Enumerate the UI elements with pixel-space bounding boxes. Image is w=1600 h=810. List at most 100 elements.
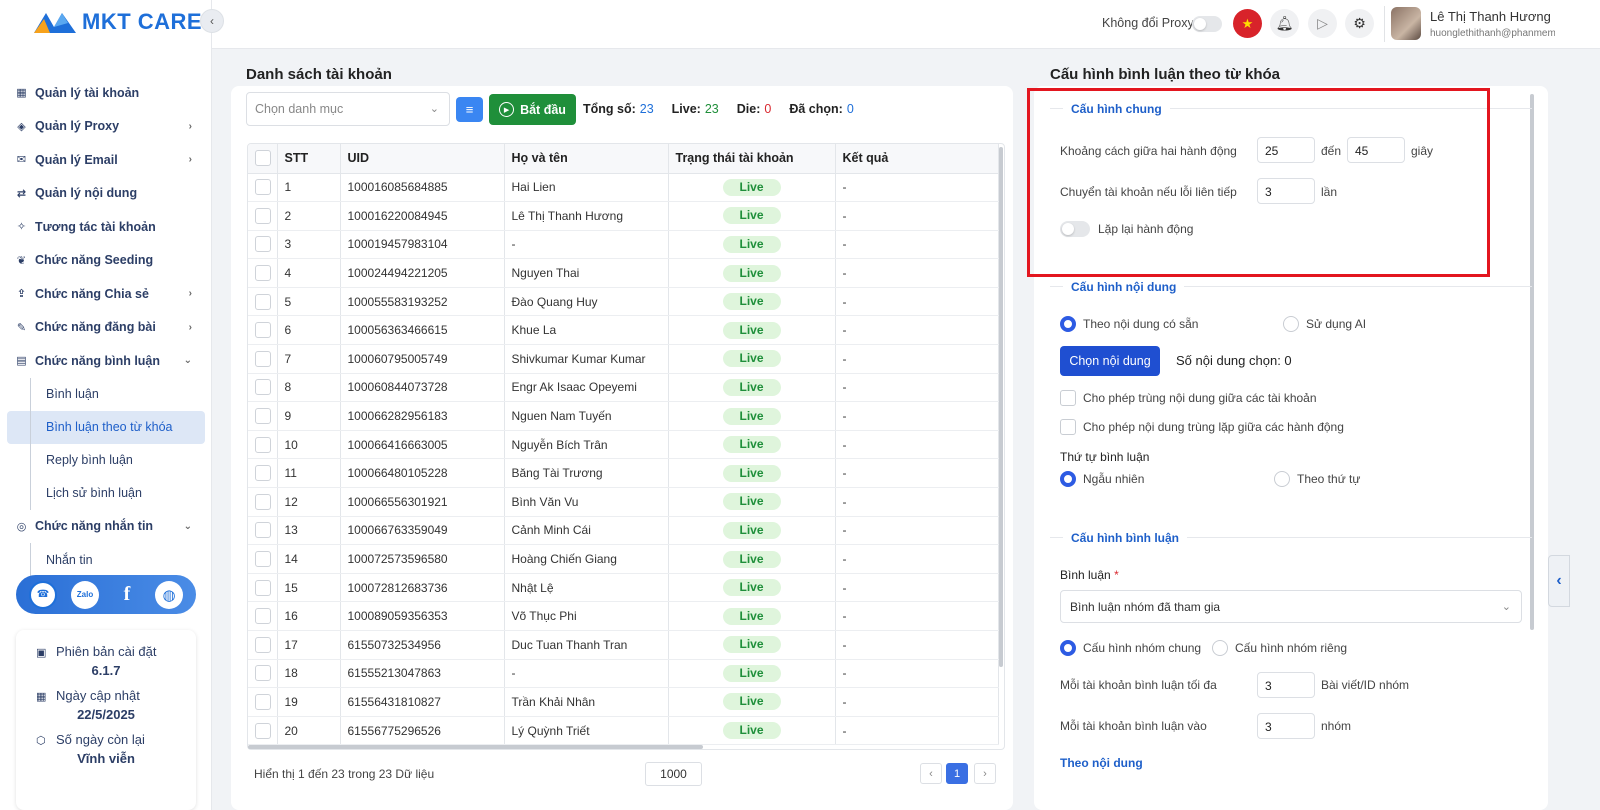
support-icon[interactable]: ☎ [29, 580, 57, 609]
row-checkbox[interactable] [255, 465, 271, 482]
order-random-label[interactable]: Ngẫu nhiên [1083, 472, 1144, 486]
column-header[interactable]: Kết quả [835, 144, 999, 174]
row-checkbox[interactable] [255, 179, 271, 196]
row-checkbox[interactable] [255, 408, 271, 425]
next-page-button[interactable]: › [974, 763, 996, 784]
content-ai-radio[interactable] [1283, 316, 1299, 332]
column-header[interactable]: Họ và tên [504, 144, 669, 174]
row-checkbox[interactable] [255, 522, 271, 539]
row-checkbox[interactable] [255, 693, 271, 710]
order-sequential-label[interactable]: Theo thứ tự [1297, 472, 1360, 486]
table-row[interactable]: 19 61556431810827 Trần Khải Nhân Live - [248, 687, 999, 717]
page-size-select[interactable]: 1000 [645, 762, 702, 786]
allow-dup-actions-checkbox[interactable] [1060, 419, 1076, 435]
table-row[interactable]: 9 100066282956183 Nguen Nam Tuyến Live - [248, 401, 999, 431]
sidebar-subitem-message[interactable]: Nhắn tin [0, 543, 212, 576]
comment-select[interactable]: Bình luận nhóm đã tham gia ⌄ [1060, 590, 1522, 623]
table-row[interactable]: 5 100055583193252 Đào Quang Huy Live - [248, 287, 999, 317]
row-checkbox[interactable] [255, 322, 271, 339]
zalo-icon[interactable]: Zalo [71, 580, 99, 609]
group-common-label[interactable]: Cấu hình nhóm chung [1083, 641, 1201, 655]
row-checkbox[interactable] [255, 608, 271, 625]
table-row[interactable]: 14 100072573596580 Hoàng Chiến Giang Live - [248, 544, 999, 574]
repeat-toggle[interactable] [1060, 221, 1090, 237]
start-button[interactable]: ▶ Bắt đầu [489, 94, 576, 125]
vietnam-flag-icon[interactable]: ★ [1233, 9, 1262, 38]
sidebar-item-message[interactable]: ◎ Chức năng nhắn tin ⌄ [0, 510, 212, 544]
table-row[interactable]: 2 100016220084945 Lê Thị Thanh Hương Live - [248, 201, 999, 231]
allow-dup-actions-label[interactable]: Cho phép nội dung trùng lặp giữa các hàn… [1083, 420, 1344, 434]
avatar[interactable] [1391, 7, 1421, 40]
group-private-radio[interactable] [1212, 640, 1228, 656]
row-checkbox[interactable] [255, 207, 271, 224]
row-checkbox[interactable] [255, 579, 271, 596]
table-row[interactable]: 6 100056363466615 Khue La Live - [248, 315, 999, 346]
column-header[interactable]: UID [340, 144, 505, 174]
table-row[interactable]: 8 100060844073728 Engr Ak Isaac Opeyemi Liv… [248, 373, 999, 403]
row-checkbox[interactable] [255, 236, 271, 253]
gap-from-input[interactable]: 25 [1257, 137, 1315, 163]
gap-to-input[interactable]: 45 [1347, 137, 1405, 163]
column-header[interactable]: STT [277, 144, 341, 174]
side-collapse-tab[interactable]: ‹ [1548, 555, 1570, 607]
table-row[interactable]: 20 61556775296526 Lý Quỳnh Triết Live - [248, 716, 999, 746]
row-checkbox[interactable] [255, 636, 271, 653]
sidebar-item-proxy[interactable]: ◈ Quản lý Proxy › [0, 110, 212, 144]
row-checkbox[interactable] [255, 551, 271, 568]
sidebar-subitem-reply-comment[interactable]: Reply bình luận [0, 443, 212, 477]
config-scrollbar[interactable] [1530, 94, 1534, 630]
table-row[interactable]: 17 61550732534956 Duc Tuan Thanh Tran Live - [248, 630, 999, 660]
column-header[interactable]: Trạng thái tài khoản [668, 144, 836, 174]
sidebar-subitem-keyword-comment[interactable]: Bình luận theo từ khóa [7, 410, 205, 444]
page-button[interactable]: 1 [946, 763, 968, 784]
row-checkbox[interactable] [255, 722, 271, 739]
row-checkbox[interactable] [255, 493, 271, 510]
group-private-label[interactable]: Cấu hình nhóm riêng [1235, 641, 1347, 655]
sidebar-item-accounts[interactable]: ▦ Quản lý tài khoản [0, 76, 212, 110]
user-name[interactable]: Lê Thị Thanh Hương [1430, 9, 1551, 24]
row-checkbox[interactable] [255, 379, 271, 396]
sidebar-subitem-comment[interactable]: Bình luận [0, 377, 212, 411]
choose-content-button[interactable]: Chọn nội dung [1060, 346, 1160, 376]
sidebar-item-seeding[interactable]: ❦ Chức năng Seeding [0, 244, 212, 278]
sidebar-item-share[interactable]: ⇪ Chức năng Chia sẻ › [0, 277, 212, 311]
sidebar-item-comment[interactable]: ▤ Chức năng bình luận ⌄ [0, 344, 212, 378]
switch-input[interactable]: 3 [1257, 178, 1315, 204]
table-row[interactable]: 12 100066556301921 Bình Văn Vu Live - [248, 487, 999, 517]
table-row[interactable]: 1 100016085684885 Hai Lien Live - [248, 173, 999, 203]
sidebar-item-interaction[interactable]: ✧ Tương tác tài khoản [0, 210, 212, 244]
collapse-sidebar-button[interactable]: ‹ [200, 9, 224, 33]
content-existing-radio[interactable] [1060, 316, 1076, 332]
max-comment-input[interactable]: 3 [1257, 672, 1315, 698]
table-row[interactable]: 13 100066763359049 Cảnh Minh Cái Live - [248, 516, 999, 546]
select-all-checkbox[interactable] [255, 150, 271, 167]
play-circle-icon[interactable]: ▷ [1308, 9, 1337, 38]
prev-page-button[interactable]: ‹ [920, 763, 942, 784]
table-vertical-scrollbar[interactable] [999, 147, 1003, 667]
order-sequential-radio[interactable] [1274, 471, 1290, 487]
row-checkbox[interactable] [255, 265, 271, 282]
sidebar-item-content[interactable]: ⇄ Quản lý nội dung [0, 177, 212, 211]
table-row[interactable]: 10 100066416663005 Nguyễn Bích Trân Live - [248, 430, 999, 460]
table-row[interactable]: 3 100019457983104- Live - [248, 230, 999, 260]
group-common-radio[interactable] [1060, 640, 1076, 656]
content-ai-label[interactable]: Sử dụng AI [1306, 317, 1366, 331]
row-checkbox[interactable] [255, 665, 271, 682]
bell-icon[interactable]: 🔔︎ [1270, 9, 1299, 38]
gear-icon[interactable]: ⚙ [1345, 9, 1374, 38]
globe-icon[interactable]: ◍ [155, 580, 183, 609]
logo[interactable]: MKT CARE [32, 9, 202, 35]
row-checkbox[interactable] [255, 293, 271, 310]
category-select[interactable]: Chọn danh mục ⌄ [246, 92, 450, 126]
facebook-icon[interactable]: f [113, 581, 141, 609]
table-row[interactable]: 11 100066480105228 Băng Tài Trương Live - [248, 458, 999, 489]
allow-dup-accounts-checkbox[interactable] [1060, 390, 1076, 406]
table-row[interactable]: 18 61555213047863- Live - [248, 659, 999, 689]
sidebar-subitem-comment-history[interactable]: Lịch sử bình luận [0, 476, 212, 510]
table-row[interactable]: 16 100089059356353 Võ Thục Phi Live - [248, 601, 999, 631]
sidebar-item-post[interactable]: ✎ Chức năng đăng bài › [0, 311, 212, 345]
into-groups-input[interactable]: 3 [1257, 713, 1315, 739]
row-checkbox[interactable] [255, 436, 271, 453]
allow-dup-accounts-label[interactable]: Cho phép trùng nội dung giữa các tài kho… [1083, 391, 1317, 405]
sidebar-item-email[interactable]: ✉ Quản lý Email › [0, 143, 212, 177]
